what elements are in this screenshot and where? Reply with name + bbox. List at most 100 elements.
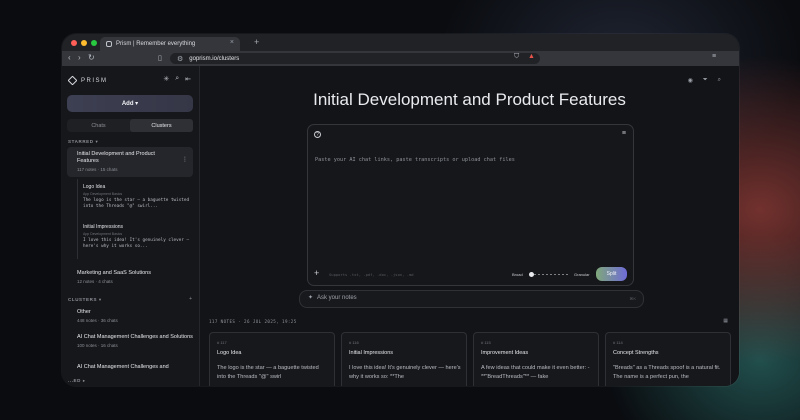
reload-icon[interactable]: ↻	[88, 53, 95, 62]
note-title: Improvement Ideas	[481, 350, 529, 356]
cluster-item[interactable]: Other 448 notes · 36 chats	[77, 309, 193, 323]
note-title: Concept Strengths	[613, 350, 659, 356]
more-options-icon[interactable]: ⋮	[182, 156, 188, 163]
cluster-title: Marketing and SaaS Solutions	[77, 270, 151, 276]
filter-icon[interactable]: ⏷	[703, 77, 708, 84]
tab-chats[interactable]: Chats	[67, 119, 130, 132]
tab-clusters[interactable]: Clusters	[130, 119, 193, 132]
sub-note-source: App Development Basics	[83, 232, 123, 236]
composer-input[interactable]: Paste your AI chat links, paste transcri…	[315, 157, 515, 163]
note-id: # 114	[613, 340, 623, 345]
close-tab-icon[interactable]: ×	[230, 39, 234, 46]
sidebar-icons: ✳ ⌕ ⇤	[163, 75, 191, 83]
note-id: # 116	[349, 340, 359, 345]
search-icon[interactable]: ⌕	[718, 77, 721, 84]
starred-cluster-item[interactable]: Initial Development and Product Features…	[67, 147, 193, 177]
main-toolbar: ◉ ⏷ ⌕	[688, 77, 721, 84]
bookmark-icon[interactable]: ▯	[158, 54, 162, 62]
ask-notes-bar[interactable]: ✦ Ask your notes ⌘K	[299, 290, 644, 308]
add-button[interactable]: Add ▾	[67, 95, 193, 112]
menu-icon[interactable]: ≡	[622, 130, 626, 137]
window-controls	[71, 40, 97, 46]
browser-tab[interactable]: Prism | Remember everything ×	[100, 37, 240, 51]
cluster-title: Other	[77, 309, 91, 315]
note-body: I love this idea! It's genuinely clever …	[349, 365, 461, 380]
note-id: # 115	[481, 340, 491, 345]
prism-logo-icon	[67, 75, 78, 86]
cluster-meta: 117 notes · 15 chats	[77, 167, 118, 172]
new-tab-button[interactable]: +	[254, 37, 259, 47]
sub-note-title: Logo Idea	[83, 184, 106, 190]
search-icon[interactable]: ⌕	[175, 75, 179, 83]
cluster-meta: 100 notes · 16 chats	[77, 343, 118, 348]
note-body: A few ideas that could make it even bett…	[481, 365, 590, 380]
granularity-broad-label: Broad	[512, 272, 523, 277]
sub-note-item[interactable]: Initial Impressions App Development Basi…	[83, 224, 193, 250]
tab-title: Prism | Remember everything	[116, 41, 196, 47]
grid-view-icon[interactable]: ▦	[723, 318, 728, 324]
back-icon[interactable]: ‹	[68, 53, 71, 62]
note-id: # 117	[217, 340, 227, 345]
shield-icon[interactable]: ⛉	[514, 53, 519, 61]
note-body: The logo is the star — a baguette twiste…	[217, 365, 319, 380]
brand: PRISM	[67, 75, 108, 86]
sub-note-snippet: I love this idea! It's genuinely clever …	[83, 238, 190, 249]
favicon-icon	[106, 41, 112, 47]
browser-toolbar: ‹ › ↻ ▯ ⚙ goprism.io/clusters ⛉ ▲ ≡	[62, 51, 739, 66]
cluster-item[interactable]: AI Chat Management Challenges and Soluti…	[77, 334, 193, 348]
address-bar[interactable]: ⚙ goprism.io/clusters	[170, 53, 540, 64]
brand-name: PRISM	[81, 77, 108, 84]
note-card[interactable]: # 114 Concept Strengths "Breads" as a Th…	[605, 332, 731, 386]
cluster-item[interactable]: AI Chat Management Challenges and	[77, 364, 193, 371]
attach-file-button[interactable]: +	[314, 268, 319, 278]
sub-note-source: App Development Basics	[83, 192, 123, 196]
site-settings-icon[interactable]: ⚙	[177, 55, 183, 63]
page-title: Initial Development and Product Features	[313, 90, 626, 109]
maximize-window-button[interactable]	[91, 40, 97, 46]
sparkle-icon: ✦	[308, 295, 314, 301]
app: PRISM ✳ ⌕ ⇤ Add ▾ Chats Clusters STARRED…	[62, 66, 739, 386]
clusters-section-label[interactable]: CLUSTERS ▾	[68, 297, 102, 303]
note-card[interactable]: # 116 Initial Impressions I love this id…	[341, 332, 467, 386]
warning-icon[interactable]: ▲	[528, 53, 535, 60]
url-text: goprism.io/clusters	[189, 55, 240, 62]
split-button[interactable]: Split	[596, 267, 627, 281]
starred-section-label[interactable]: STARRED ▾	[68, 139, 98, 145]
cluster-title: AI Chat Management Challenges and Soluti…	[77, 334, 193, 340]
browser-menu-icon[interactable]: ≡	[712, 53, 716, 60]
help-icon[interactable]: ?	[314, 131, 321, 138]
settings-icon[interactable]: ✳	[163, 75, 169, 83]
cluster-meta: 448 notes · 36 chats	[77, 318, 118, 323]
sub-note-item[interactable]: Logo Idea App Development Basics The log…	[83, 184, 193, 210]
browser-window: Prism | Remember everything × + ‹ › ↻ ▯ …	[62, 34, 739, 386]
ask-shortcut: ⌘K	[629, 296, 636, 301]
tree-line	[77, 179, 78, 259]
granularity-granular-label: Granular	[574, 272, 590, 277]
notes-meta: 117 NOTES · 26 JUL 2025, 19:25	[209, 319, 297, 324]
minimize-window-button[interactable]	[81, 40, 87, 46]
composer: ? ≡ Paste your AI chat links, paste tran…	[307, 124, 634, 286]
add-cluster-button[interactable]: +	[189, 296, 192, 302]
sidebar: PRISM ✳ ⌕ ⇤ Add ▾ Chats Clusters STARRED…	[62, 66, 200, 386]
sub-note-snippet: The logo is the star — a baguette twiste…	[83, 198, 190, 209]
granularity-slider-handle[interactable]	[529, 272, 534, 277]
starred-cluster-item[interactable]: Marketing and SaaS Solutions 12 notes · …	[77, 270, 193, 284]
note-body: "Breads" as a Threads spoof is a natural…	[613, 365, 721, 380]
ask-notes-input[interactable]: Ask your notes	[317, 295, 357, 301]
collapse-sidebar-icon[interactable]: ⇤	[185, 75, 191, 83]
note-card[interactable]: # 115 Improvement Ideas A few ideas that…	[473, 332, 599, 386]
cluster-title: AI Chat Management Challenges and	[77, 364, 169, 370]
note-card[interactable]: # 117 Logo Idea The logo is the star — a…	[209, 332, 335, 386]
supported-formats: Supports .txt, .pdf, .doc, .json, .md	[329, 272, 414, 277]
cluster-title: Initial Development and Product Features	[77, 151, 155, 164]
bottom-section-label[interactable]: ...ED ▸	[68, 378, 86, 384]
close-window-button[interactable]	[71, 40, 77, 46]
cluster-meta: 12 notes · 4 chats	[77, 279, 113, 284]
tab-strip: Prism | Remember everything × +	[62, 34, 739, 51]
note-title: Initial Impressions	[349, 350, 394, 356]
forward-icon[interactable]: ›	[78, 53, 81, 62]
granularity-slider[interactable]	[530, 274, 570, 275]
sub-note-title: Initial Impressions	[83, 224, 124, 230]
main-content: ◉ ⏷ ⌕ Initial Development and Product Fe…	[200, 66, 739, 386]
eye-icon[interactable]: ◉	[688, 77, 693, 84]
